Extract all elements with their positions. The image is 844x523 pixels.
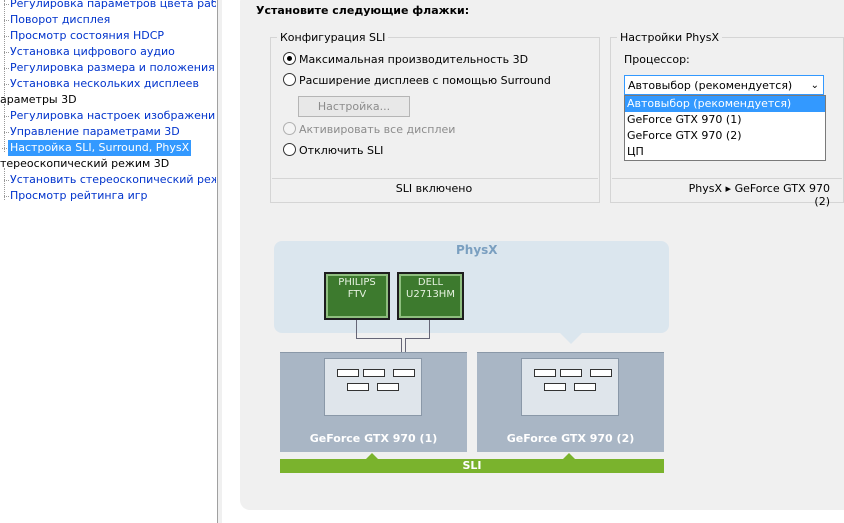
processor-selected-value: Автовыбор (рекомендуется) (628, 79, 793, 92)
monitor-brand: DELL (417, 277, 444, 288)
gpu-port-panel (521, 358, 619, 416)
divider (612, 178, 842, 179)
hdmi-port-icon (544, 383, 566, 391)
surround-settings-button[interactable]: Настройка... (298, 96, 410, 117)
radio-disable-sli[interactable]: Отключить SLI (283, 143, 383, 159)
processor-select[interactable]: Автовыбор (рекомендуется) ⌄ (624, 75, 824, 95)
sli-bridge-bar: SLI (280, 459, 664, 473)
tree-item-multiple-displays[interactable]: Установка нескольких дисплеев (4, 76, 199, 92)
page-heading: Установите следующие флажки: (256, 4, 470, 17)
tree-item-digital-audio[interactable]: Установка цифрового аудио (4, 44, 175, 60)
gpu-name: GeForce GTX 970 (1) (309, 432, 438, 445)
tree-item-game-ratings[interactable]: Просмотр рейтинга игр (4, 188, 148, 204)
tree-category-stereo-3d[interactable]: тереоскопический режим 3D (0, 156, 169, 172)
displayport-icon (377, 383, 399, 391)
monitor-dell[interactable]: DELL U2713HM (397, 272, 464, 320)
displayport-icon (393, 369, 415, 377)
gpu-card-2[interactable]: GeForce GTX 970 (2) (477, 352, 664, 452)
displayport-icon (574, 383, 596, 391)
radio-icon (283, 143, 296, 156)
dropdown-option[interactable]: ЦП (625, 144, 825, 160)
main-content: Установите следующие флажки: Конфигураци… (222, 0, 844, 523)
cable-line (356, 320, 357, 338)
dropdown-option[interactable]: Автовыбор (рекомендуется) (625, 96, 825, 112)
gpu-port-panel (324, 358, 422, 416)
tree-item-sli-surround-physx[interactable]: Настройка SLI, Surround, PhysX (1, 140, 192, 156)
radio-max-3d-performance[interactable]: Максимальная производительность 3D (283, 52, 528, 68)
tree-connector (4, 104, 5, 152)
displayport-icon (590, 369, 612, 377)
navigation-tree: Регулировка параметров цвета рабочего По… (0, 0, 216, 523)
processor-label: Процессор: (624, 53, 690, 66)
monitor-model: U2713HM (406, 289, 455, 300)
radio-icon (283, 122, 296, 135)
tree-item-color-settings[interactable]: Регулировка параметров цвета рабочего (3, 0, 216, 12)
radio-label: Расширение дисплеев с помощью Surround (299, 74, 551, 87)
displayport-icon (363, 369, 385, 377)
physx-diagram-title: PhysX (456, 243, 498, 257)
radio-label: Активировать все дисплеи (299, 123, 456, 136)
gpu-name: GeForce GTX 970 (2) (506, 432, 635, 445)
radio-icon (283, 73, 296, 86)
tree-item-desktop-size[interactable]: Регулировка размера и положения рабоч (4, 60, 216, 76)
displayport-icon (560, 369, 582, 377)
physx-pointer (559, 332, 583, 344)
monitor-philips[interactable]: PHILIPS FTV (324, 272, 390, 320)
processor-dropdown-list: Автовыбор (рекомендуется) GeForce GTX 97… (624, 95, 826, 161)
tree-item-manage-3d[interactable]: Управление параметрами 3D (4, 124, 180, 140)
tree-item-image-settings[interactable]: Регулировка настроек изображения с пр (3, 108, 216, 124)
divider (272, 178, 598, 179)
dvi-port-icon (337, 369, 359, 377)
tree-item-rotate-display[interactable]: Поворот дисплея (3, 12, 110, 28)
dropdown-option[interactable]: GeForce GTX 970 (2) (625, 128, 825, 144)
monitor-brand: PHILIPS (338, 277, 376, 288)
chevron-down-icon: ⌄ (810, 80, 819, 91)
physx-status: PhysX ▸ GeForce GTX 970 (2) (688, 182, 830, 208)
tree-category-3d[interactable]: араметры 3D (0, 92, 77, 108)
cable-line (429, 320, 430, 338)
hdmi-port-icon (347, 383, 369, 391)
monitor-model: FTV (347, 289, 367, 300)
sli-status: SLI включено (395, 182, 473, 195)
radio-checked-icon (283, 52, 296, 65)
gpu-card-1[interactable]: GeForce GTX 970 (1) (280, 352, 467, 452)
physx-group-title: Настройки PhysX (617, 31, 722, 44)
radio-activate-all-displays[interactable]: Активировать все дисплеи (283, 122, 455, 138)
tree-connector (4, 0, 5, 96)
radio-label: Отключить SLI (299, 144, 384, 157)
radio-label: Максимальная производительность 3D (299, 53, 529, 66)
radio-surround[interactable]: Расширение дисплеев с помощью Surround (283, 73, 551, 89)
tree-item-hdcp-status[interactable]: Просмотр состояния HDCP (3, 28, 164, 44)
sli-group-title: Конфигурация SLI (277, 31, 389, 44)
tree-item-set-stereo-3d[interactable]: Установить стереоскопический режим 3 (4, 172, 216, 188)
dvi-port-icon (534, 369, 556, 377)
dropdown-option[interactable]: GeForce GTX 970 (1) (625, 112, 825, 128)
